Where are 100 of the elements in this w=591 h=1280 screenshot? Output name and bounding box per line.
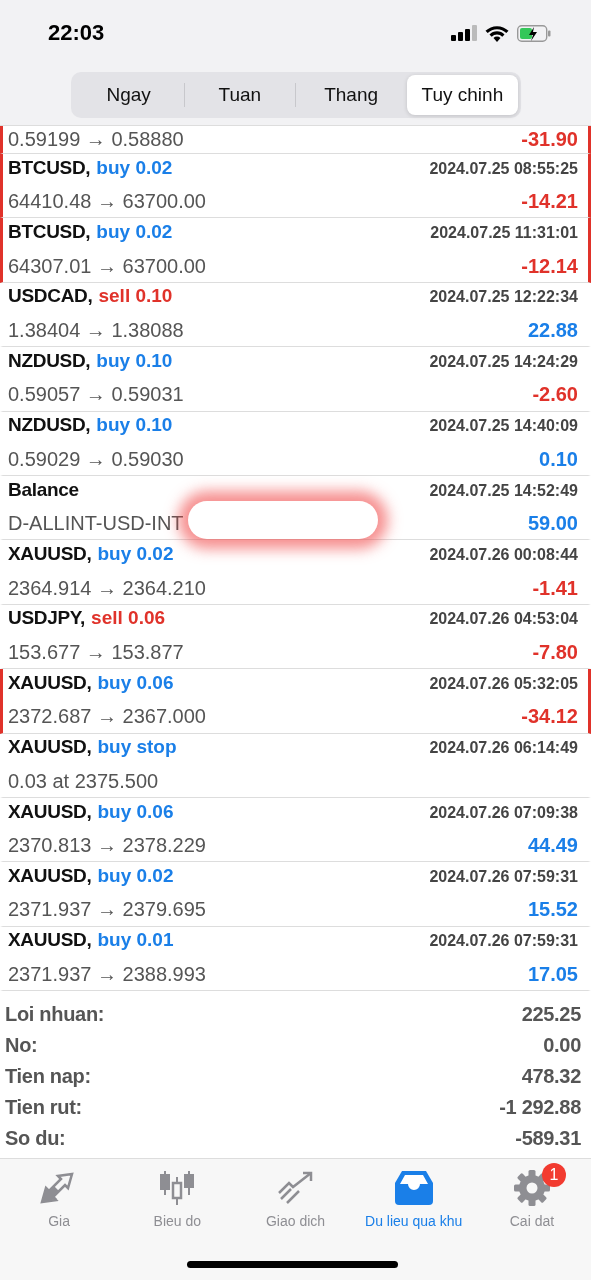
deal-time: 2024.07.26 07:09:38 — [429, 803, 578, 822]
deal-profit: 0.10 — [539, 447, 578, 471]
summary-label: Tien rut: — [5, 1096, 82, 1120]
summary-label: No: — [5, 1034, 38, 1058]
deal-time: 2024.07.25 08:55:25 — [429, 159, 578, 178]
deal-profit: 44.49 — [527, 834, 578, 858]
deal-type: buy 0.01 — [97, 929, 174, 952]
summary-value: 478.32 — [521, 1065, 581, 1089]
deal-type: buy 0.06 — [97, 671, 174, 694]
deal-profit: 17.05 — [527, 962, 578, 986]
symbol-label: XAUUSD, — [8, 865, 92, 887]
symbol-label: USDCAD, — [8, 285, 93, 308]
status-time: 22:03 — [48, 20, 105, 46]
trend-arrow-icon — [276, 1171, 315, 1206]
settings-icon — [513, 1170, 550, 1207]
deal-time: 2024.07.25 14:52:49 — [429, 481, 578, 500]
deal-type: buy stop — [97, 736, 177, 759]
deal-row[interactable]: XAUUSD, buy 0.02 2024.07.26 00:08:44 2364.914 → 2364.210 -1.41 — [0, 540, 591, 605]
deal-time: 2024.07.26 00:08:44 — [429, 546, 578, 565]
summary-label: So du: — [5, 1127, 66, 1151]
period-tab[interactable]: Tuy chinh — [407, 75, 518, 115]
deal-profit: -34.12 — [521, 705, 578, 729]
deal-prices: 0.59199 → 0.58880 — [8, 128, 184, 151]
deal-prices: 2364.914 → 2364.210 — [8, 576, 206, 600]
symbol-label: XAUUSD, — [8, 736, 92, 759]
candlestick-icon — [159, 1171, 196, 1206]
deal-prices: 0.59029 → 0.59030 — [8, 447, 184, 471]
summary-value: 225.25 — [521, 1003, 581, 1027]
deal-row[interactable]: XAUUSD, buy 0.01 2024.07.26 07:59:31 2371.937 → 2388.993 17.05 — [0, 926, 591, 992]
deal-profit: 15.52 — [527, 898, 578, 922]
summary-label: Tien nap: — [5, 1065, 91, 1089]
summary-value: -1 292.88 — [499, 1096, 581, 1120]
symbol-label: XAUUSD, — [8, 543, 92, 566]
deal-time: 2024.07.25 11:31:01 — [430, 224, 578, 243]
deal-prices: 2371.937 → 2388.993 — [8, 962, 206, 986]
deal-type: buy 0.02 — [97, 543, 174, 566]
deal-row[interactable]: BTCUSD, buy 0.02 2024.07.25 08:55:25 64410.48 → 63700.00 -14.21 — [0, 154, 591, 219]
tab-bar-item[interactable]: Du lieu qua khu — [354, 1159, 473, 1234]
wifi-icon — [485, 24, 509, 42]
deal-prices: 2372.687 → 2367.000 — [8, 705, 206, 729]
deal-prices: 0.59057 → 0.59031 — [8, 383, 184, 407]
deal-row[interactable]: BTCUSD, buy 0.02 2024.07.25 11:31:01 64307.01 → 63700.00 -12.14 — [0, 218, 591, 283]
deal-time: 2024.07.26 04:53:04 — [429, 610, 578, 629]
deal-row[interactable]: NZDUSD, buy 0.10 2024.07.25 14:24:29 0.59057 → 0.59031 -2.60 — [0, 347, 591, 412]
symbol-label: BTCUSD, — [8, 156, 91, 179]
deal-profit: -2.60 — [532, 383, 578, 407]
inbox-tray-icon — [394, 1171, 433, 1206]
deal-type: sell 0.10 — [98, 285, 173, 308]
period-tab[interactable]: Thang — [296, 75, 407, 115]
deal-row[interactable]: NZDUSD, buy 0.10 2024.07.25 14:40:09 0.59029 → 0.59030 0.10 — [0, 411, 591, 476]
period-tab[interactable]: Tuan — [184, 75, 295, 115]
deal-type: sell 0.06 — [91, 607, 166, 630]
deal-profit: 59.00 — [527, 512, 578, 536]
summary-label: Loi nhuan: — [5, 1003, 105, 1027]
symbol-label: Balance — [8, 478, 79, 501]
deal-prices: 0.03 at 2375.500 — [8, 769, 159, 793]
deal-time: 2024.07.25 12:22:34 — [429, 288, 578, 307]
deal-row[interactable]: XAUUSD, buy stop 2024.07.26 06:14:49 0.03 at 2375.500 — [0, 733, 591, 798]
deal-row[interactable]: 0.59199 → 0.58880 -31.90 — [0, 126, 591, 154]
deal-type: buy 0.10 — [96, 414, 173, 437]
deal-time: 2024.07.26 05:32:05 — [429, 674, 578, 693]
deal-profit: -12.14 — [521, 254, 578, 278]
deal-prices: 153.677 → 153.877 — [8, 640, 184, 664]
tab-bar-item[interactable]: 1 Cai dat — [472, 1159, 591, 1234]
deal-row[interactable]: USDCAD, sell 0.10 2024.07.25 12:22:34 1.38404 → 1.38088 22.88 — [0, 282, 591, 348]
symbol-label: BTCUSD, — [8, 221, 91, 244]
deal-type: buy 0.02 — [96, 156, 173, 179]
deal-prices: 1.38404 → 1.38088 — [8, 318, 184, 342]
deal-time: 2024.07.26 07:59:31 — [429, 868, 578, 886]
deal-time: 2024.07.25 14:24:29 — [429, 352, 578, 371]
symbol-label: NZDUSD, — [8, 349, 91, 372]
deal-profit: -14.21 — [521, 190, 578, 214]
deal-row[interactable]: XAUUSD, buy 0.06 2024.07.26 07:09:38 2370.813 → 2378.229 44.49 — [0, 797, 591, 863]
deal-row[interactable]: XAUUSD, buy 0.06 2024.07.26 05:32:05 2372.687 → 2367.000 -34.12 — [0, 669, 591, 734]
deal-prices: 64307.01 → 63700.00 — [8, 254, 206, 278]
symbol-label: XAUUSD, — [8, 800, 92, 823]
signal-icon — [451, 25, 477, 41]
battery-icon — [517, 24, 551, 42]
deal-profit: -31.90 — [521, 128, 578, 151]
symbol-label: XAUUSD, — [8, 671, 92, 694]
deal-time: 2024.07.26 07:59:31 — [429, 932, 578, 951]
deal-type: buy 0.02 — [97, 865, 174, 887]
summary-value: -589.31 — [515, 1127, 581, 1151]
period-tab[interactable]: Ngay — [73, 75, 184, 115]
deal-type: buy 0.02 — [96, 221, 173, 244]
deal-profit: -7.80 — [532, 640, 578, 664]
deal-prices: D-ALLINT-USD-INT — [8, 512, 184, 536]
symbol-label: USDJPY, — [8, 607, 86, 630]
deal-row[interactable]: XAUUSD, buy 0.02 2024.07.26 07:59:31 2371.937 → 2379.695 15.52 — [0, 862, 591, 927]
deal-profit: 22.88 — [527, 318, 578, 342]
deal-row[interactable]: USDJPY, sell 0.06 2024.07.26 04:53:04 153.677 → 153.877 -7.80 — [0, 604, 591, 670]
deal-prices: 64410.48 → 63700.00 — [8, 190, 206, 214]
deal-row[interactable]: Balance 2024.07.25 14:52:49 D-ALLINT-USD-INT 59.00 — [0, 475, 591, 541]
deal-type: buy 0.10 — [96, 349, 173, 372]
deal-prices: 2371.937 → 2379.695 — [8, 898, 206, 922]
deal-prices: 2370.813 → 2378.229 — [8, 834, 206, 858]
symbol-label: NZDUSD, — [8, 414, 91, 437]
symbol-label: XAUUSD, — [8, 929, 92, 952]
summary-value: 0.00 — [543, 1034, 581, 1058]
deal-time: 2024.07.25 14:40:09 — [429, 417, 578, 436]
